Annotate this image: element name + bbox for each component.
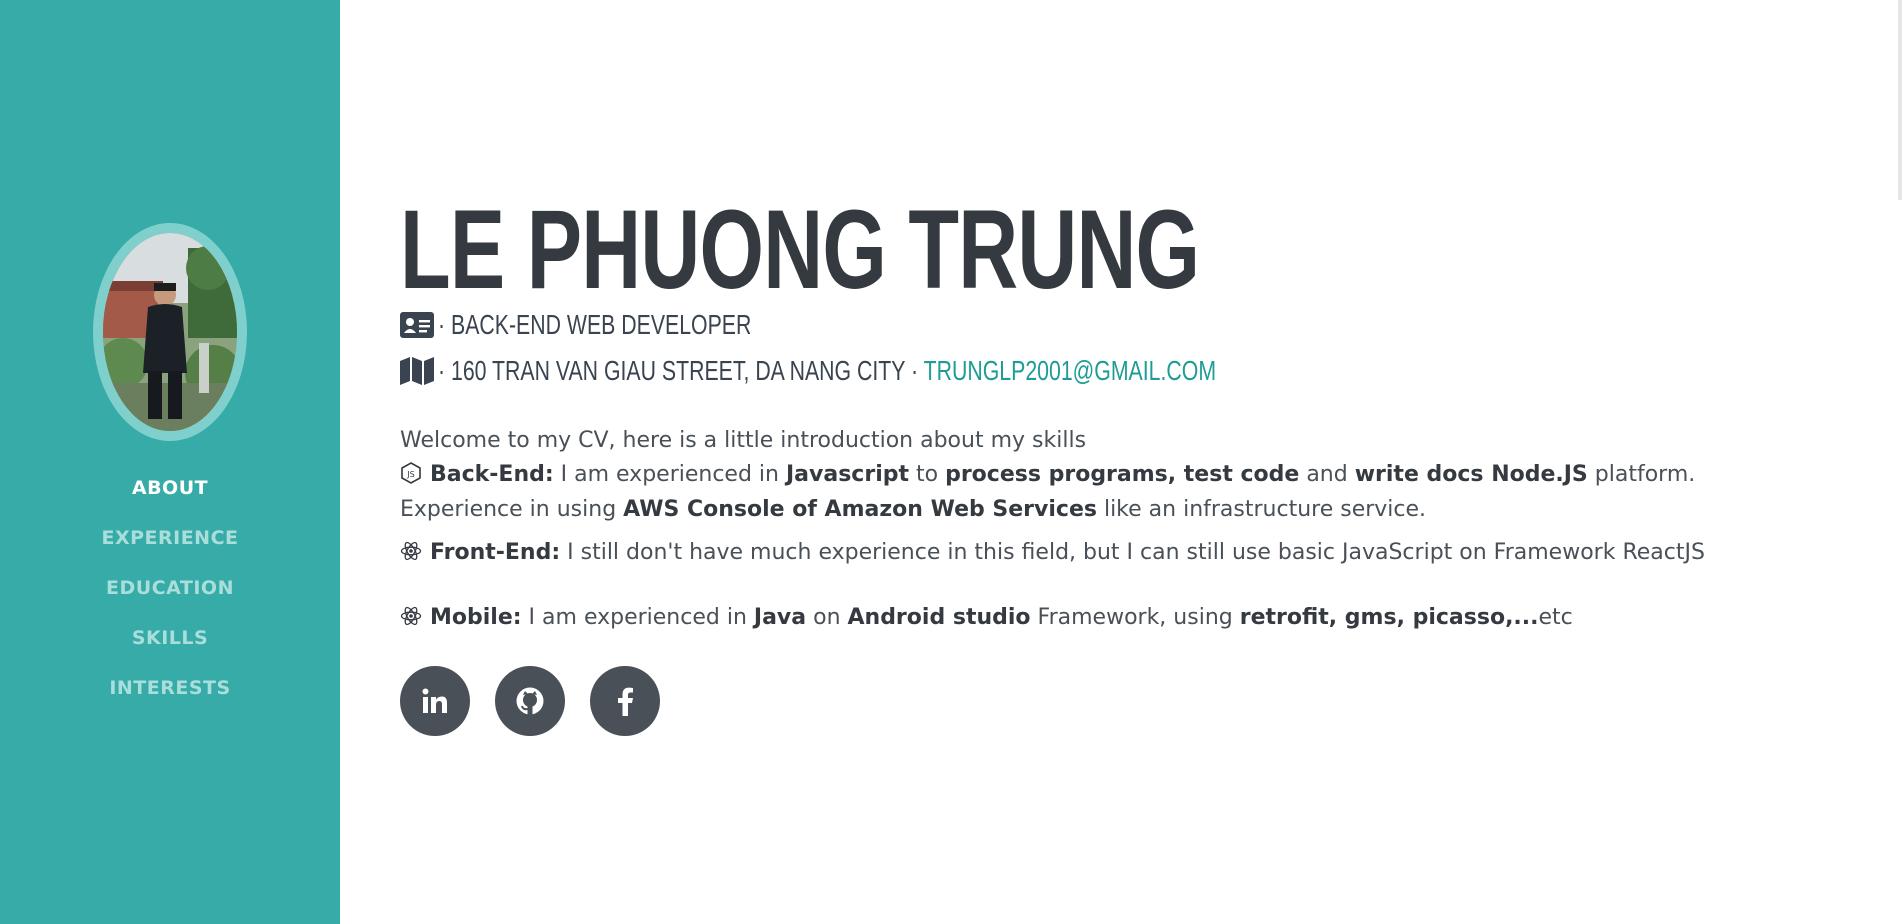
nodejs-icon: JS bbox=[401, 462, 421, 484]
address: 160 TRAN VAN GIAU STREET, DA NANG CITY bbox=[451, 355, 906, 386]
facebook-icon bbox=[618, 687, 633, 716]
social-links bbox=[400, 666, 660, 736]
scrollbar[interactable] bbox=[1898, 0, 1902, 200]
skill-mobile: Mobile: I am experienced in Java on Andr… bbox=[400, 600, 1800, 635]
role-line: · BACK-END WEB DEVELOPER bbox=[400, 308, 850, 342]
nav-item-skills[interactable]: SKILLS bbox=[0, 618, 340, 668]
nav-item-education[interactable]: EDUCATION bbox=[0, 568, 340, 618]
contact-line: · 160 TRAN VAN GIAU STREET, DA NANG CITY… bbox=[400, 354, 1462, 388]
facebook-button[interactable] bbox=[590, 666, 660, 736]
github-icon bbox=[516, 687, 544, 715]
svg-text:JS: JS bbox=[406, 470, 414, 479]
skill-frontend: Front-End: I still don't have much exper… bbox=[400, 535, 1800, 570]
page-title: LE PHUONG TRUNG bbox=[400, 187, 1200, 312]
nav-item-interests[interactable]: INTERESTS bbox=[0, 668, 340, 718]
role-text: · BACK-END WEB DEVELOPER bbox=[438, 309, 752, 340]
welcome-text: Welcome to my CV, here is a little intro… bbox=[400, 428, 1087, 453]
avatar bbox=[103, 233, 237, 431]
linkedin-button[interactable] bbox=[400, 666, 470, 736]
react-icon bbox=[400, 606, 422, 626]
nav-item-experience[interactable]: EXPERIENCE bbox=[0, 518, 340, 568]
profile-photo bbox=[103, 233, 237, 431]
linkedin-icon bbox=[422, 688, 447, 713]
email-link[interactable]: TRUNGLP2001@GMAIL.COM bbox=[924, 355, 1216, 386]
github-button[interactable] bbox=[495, 666, 565, 736]
sidebar: ABOUT EXPERIENCE EDUCATION SKILLS INTERE… bbox=[0, 0, 340, 924]
skill-backend: JS Back-End: I am experienced in Javascr… bbox=[400, 462, 1696, 522]
contact-text: · 160 TRAN VAN GIAU STREET, DA NANG CITY… bbox=[438, 355, 1217, 386]
id-card-icon bbox=[400, 312, 434, 338]
react-icon bbox=[400, 541, 422, 561]
nav-item-about[interactable]: ABOUT bbox=[0, 468, 340, 518]
avatar-frame bbox=[93, 223, 247, 441]
map-icon bbox=[400, 357, 434, 385]
sidebar-nav: ABOUT EXPERIENCE EDUCATION SKILLS INTERE… bbox=[0, 468, 340, 718]
